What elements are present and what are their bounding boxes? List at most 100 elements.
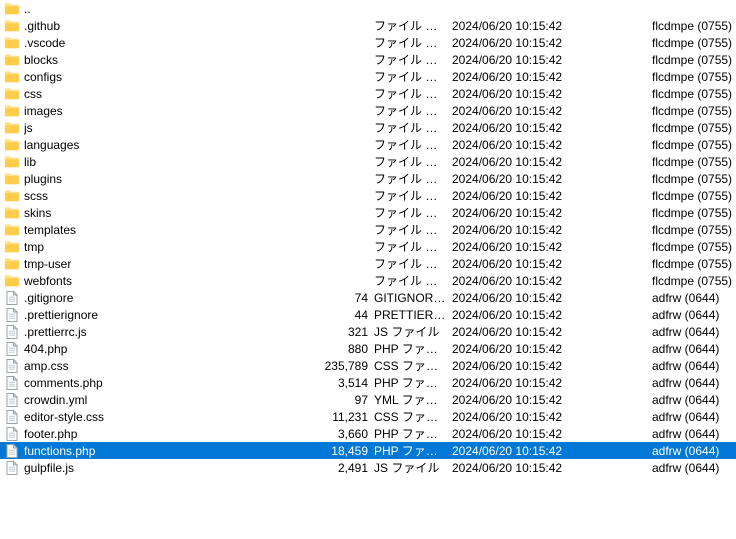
cell-type: ファイル フォ… — [374, 102, 452, 119]
cell-name[interactable]: plugins — [4, 171, 292, 187]
cell-date: 2024/06/20 10:15:42 — [452, 121, 652, 135]
folder-icon — [4, 239, 20, 255]
file-icon — [4, 392, 20, 408]
file-row[interactable]: jsファイル フォ…2024/06/20 10:15:42flcdmpe (07… — [0, 119, 736, 136]
name-label: webfonts — [24, 274, 72, 288]
file-row[interactable]: libファイル フォ…2024/06/20 10:15:42flcdmpe (0… — [0, 153, 736, 170]
file-row[interactable]: .prettierrc.js321JS ファイル2024/06/20 10:15… — [0, 323, 736, 340]
cell-name[interactable]: blocks — [4, 52, 292, 68]
file-row[interactable]: crowdin.yml97YML ファイル2024/06/20 10:15:42… — [0, 391, 736, 408]
cell-size: 44 — [292, 308, 374, 322]
cell-permissions: flcdmpe (0755) — [652, 155, 736, 169]
cell-size: 11,231 — [292, 410, 374, 424]
cell-name[interactable]: editor-style.css — [4, 409, 292, 425]
file-icon — [4, 341, 20, 357]
folder-icon — [4, 69, 20, 85]
cell-name[interactable]: css — [4, 86, 292, 102]
cell-name[interactable]: comments.php — [4, 375, 292, 391]
file-row[interactable]: .vscodeファイル フォ…2024/06/20 10:15:42flcdmp… — [0, 34, 736, 51]
cell-permissions: flcdmpe (0755) — [652, 189, 736, 203]
file-row[interactable]: tmpファイル フォ…2024/06/20 10:15:42flcdmpe (0… — [0, 238, 736, 255]
cell-name[interactable]: gulpfile.js — [4, 460, 292, 476]
file-row[interactable]: blocksファイル フォ…2024/06/20 10:15:42flcdmpe… — [0, 51, 736, 68]
cell-name[interactable]: templates — [4, 222, 292, 238]
file-row[interactable]: cssファイル フォ…2024/06/20 10:15:42flcdmpe (0… — [0, 85, 736, 102]
file-icon — [4, 375, 20, 391]
file-row[interactable]: pluginsファイル フォ…2024/06/20 10:15:42flcdmp… — [0, 170, 736, 187]
cell-name[interactable]: js — [4, 120, 292, 136]
file-row[interactable]: images ファイル フォ…2024/06/20 10:15:42flcdmpe… — [0, 102, 736, 119]
file-row[interactable]: editor-style.css11,231CSS ファイル2024/06/20… — [0, 408, 736, 425]
name-label: languages — [24, 138, 79, 152]
cell-name[interactable]: .gitignore — [4, 290, 292, 306]
cell-date: 2024/06/20 10:15:42 — [452, 172, 652, 186]
file-row[interactable]: functions.php18,459PHP ファイル2024/06/20 10… — [0, 442, 736, 459]
cell-size: 74 — [292, 291, 374, 305]
file-icon — [4, 426, 20, 442]
file-row[interactable]: languagesファイル フォ…2024/06/20 10:15:42flcd… — [0, 136, 736, 153]
cell-permissions: adfrw (0644) — [652, 291, 736, 305]
cell-name[interactable]: amp.css — [4, 358, 292, 374]
file-row[interactable]: scssファイル フォ…2024/06/20 10:15:42flcdmpe (… — [0, 187, 736, 204]
cell-name[interactable]: .vscode — [4, 35, 292, 51]
cell-type: ファイル フォ… — [374, 51, 452, 68]
cell-name[interactable]: tmp — [4, 239, 292, 255]
cell-date: 2024/06/20 10:15:42 — [452, 359, 652, 373]
cell-name[interactable]: skins — [4, 205, 292, 221]
file-row[interactable]: skinsファイル フォ…2024/06/20 10:15:42flcdmpe … — [0, 204, 736, 221]
file-row[interactable]: .githubファイル フォ…2024/06/20 10:15:42flcdmp… — [0, 17, 736, 34]
cell-date: 2024/06/20 10:15:42 — [452, 104, 652, 118]
cell-name[interactable]: crowdin.yml — [4, 392, 292, 408]
cell-name[interactable]: scss — [4, 188, 292, 204]
name-label: tmp — [24, 240, 44, 254]
cell-size: 97 — [292, 393, 374, 407]
file-row[interactable]: configsファイル フォ…2024/06/20 10:15:42flcdmp… — [0, 68, 736, 85]
cell-name[interactable]: .prettierrc.js — [4, 324, 292, 340]
cell-name[interactable]: lib — [4, 154, 292, 170]
file-icon — [4, 290, 20, 306]
cell-name[interactable]: .. — [4, 1, 292, 17]
cell-name[interactable]: configs — [4, 69, 292, 85]
file-list[interactable]: ...githubファイル フォ…2024/06/20 10:15:42flcd… — [0, 0, 736, 476]
cell-permissions: flcdmpe (0755) — [652, 87, 736, 101]
file-row[interactable]: .gitignore 74GITIGNORE…2024/06/20 10:15:4… — [0, 289, 736, 306]
folder-icon — [4, 171, 20, 187]
file-row[interactable]: 404.php880PHP ファイル2024/06/20 10:15:42adf… — [0, 340, 736, 357]
cell-name[interactable]: images — [4, 103, 292, 119]
cell-name[interactable]: languages — [4, 137, 292, 153]
cell-type: ファイル フォ… — [374, 238, 452, 255]
file-row[interactable]: tmp-userファイル フォ…2024/06/20 10:15:42flcdm… — [0, 255, 736, 272]
cell-permissions: adfrw (0644) — [652, 325, 736, 339]
cell-type: ファイル フォ… — [374, 170, 452, 187]
file-row[interactable]: comments.php3,514PHP ファイル2024/06/20 10:1… — [0, 374, 736, 391]
name-label: tmp-user — [24, 257, 71, 271]
cell-date: 2024/06/20 10:15:42 — [452, 291, 652, 305]
cell-permissions: adfrw (0644) — [652, 376, 736, 390]
folder-icon — [4, 222, 20, 238]
cell-type: ファイル フォ… — [374, 119, 452, 136]
cell-name[interactable]: footer.php — [4, 426, 292, 442]
cell-permissions: flcdmpe (0755) — [652, 104, 736, 118]
name-label: .prettierignore — [24, 308, 98, 322]
file-row[interactable]: footer.php3,660PHP ファイル2024/06/20 10:15:… — [0, 425, 736, 442]
cell-type: CSS ファイル — [374, 408, 452, 425]
cell-date: 2024/06/20 10:15:42 — [452, 70, 652, 84]
folder-icon — [4, 120, 20, 136]
file-row[interactable]: webfontsファイル フォ…2024/06/20 10:15:42flcdm… — [0, 272, 736, 289]
name-label: .gitignore — [24, 291, 73, 305]
cell-name[interactable]: 404.php — [4, 341, 292, 357]
cell-name[interactable]: webfonts — [4, 273, 292, 289]
cell-date: 2024/06/20 10:15:42 — [452, 206, 652, 220]
cell-type: GITIGNORE… — [374, 291, 452, 305]
file-row[interactable]: .. — [0, 0, 736, 17]
cell-name[interactable]: functions.php — [4, 443, 292, 459]
file-row[interactable]: amp.css235,789CSS ファイル2024/06/20 10:15:4… — [0, 357, 736, 374]
file-row[interactable]: .prettierignore44PRETTIERIG…2024/06/20 1… — [0, 306, 736, 323]
name-label: css — [24, 87, 42, 101]
folder-icon — [4, 35, 20, 51]
cell-name[interactable]: .github — [4, 18, 292, 34]
file-row[interactable]: templatesファイル フォ…2024/06/20 10:15:42flcd… — [0, 221, 736, 238]
cell-name[interactable]: tmp-user — [4, 256, 292, 272]
file-row[interactable]: gulpfile.js2,491JS ファイル2024/06/20 10:15:… — [0, 459, 736, 476]
cell-name[interactable]: .prettierignore — [4, 307, 292, 323]
